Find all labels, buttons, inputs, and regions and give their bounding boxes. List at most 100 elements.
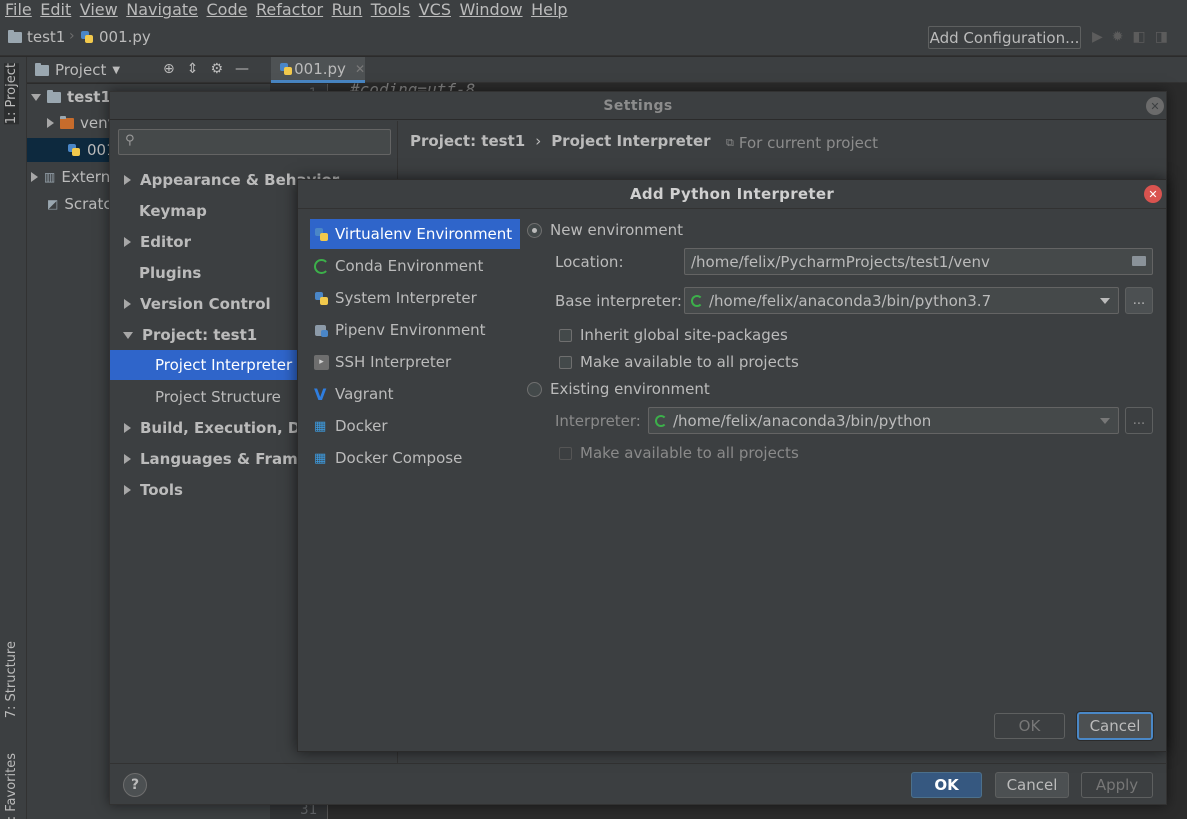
inherit-site-packages-label: Inherit global site-packages: [580, 326, 788, 344]
settings-title: Settings: [110, 92, 1166, 120]
env-virtualenv[interactable]: Virtualenv Environment: [310, 219, 520, 249]
settings-search-input[interactable]: ⚲: [118, 129, 391, 155]
settings-apply-button[interactable]: Apply: [1081, 772, 1153, 798]
collapsed-arrow-icon: [124, 175, 131, 185]
breadcrumb-file[interactable]: 001.py: [80, 28, 151, 46]
radio-unselected-icon: [527, 381, 542, 397]
add-interpreter-ok-button[interactable]: OK: [994, 713, 1065, 739]
project-panel-header: Project ▼ ⊕ ⇕ ⚙ —: [27, 57, 270, 83]
existing-environment-radio[interactable]: Existing environment: [527, 380, 710, 398]
settings-nav-label: Project Interpreter: [155, 356, 293, 374]
help-button[interactable]: ?: [123, 773, 147, 797]
menu-vcs[interactable]: VCS: [414, 1, 455, 19]
locate-icon[interactable]: ⊕: [163, 61, 175, 77]
env-label: Vagrant: [335, 385, 394, 403]
breadcrumb-project[interactable]: test1: [8, 28, 65, 46]
tool-tab-project[interactable]: 1: Project: [4, 63, 19, 125]
settings-breadcrumb: Project: test1 › Project Interpreter: [410, 132, 711, 150]
menu-view[interactable]: View: [75, 1, 121, 19]
ssh-icon: ▸: [314, 354, 329, 370]
interpreter-select[interactable]: /home/felix/anaconda3/bin/python: [648, 407, 1119, 434]
existing-environment-label: Existing environment: [550, 380, 710, 398]
env-label: Conda Environment: [335, 257, 484, 275]
python-file-icon: [67, 143, 81, 157]
checkbox-icon: [559, 355, 572, 369]
settings-nav-version-control[interactable]: Version Control: [124, 295, 271, 313]
tree-node-test1[interactable]: test1: [31, 88, 111, 106]
env-label: SSH Interpreter: [335, 353, 452, 371]
add-interpreter-cancel-button[interactable]: Cancel: [1076, 711, 1154, 741]
gear-icon[interactable]: ⚙: [210, 61, 223, 77]
settings-ok-button[interactable]: OK: [911, 772, 982, 798]
run-toolbar: ▶ ✹ ◧ ◨: [1092, 29, 1168, 45]
interpreter-value: /home/felix/anaconda3/bin/python: [673, 411, 932, 430]
env-system[interactable]: System Interpreter: [310, 283, 520, 313]
env-pipenv[interactable]: Pipenv Environment: [310, 315, 520, 345]
location-value: /home/felix/PycharmProjects/test1/venv: [691, 252, 990, 271]
menu-run[interactable]: Run: [327, 1, 366, 19]
project-view-selector[interactable]: Project ▼: [35, 61, 120, 79]
settings-cancel-button[interactable]: Cancel: [995, 772, 1069, 798]
tool-tab-structure[interactable]: 7: Structure: [4, 641, 19, 718]
settings-nav-plugins[interactable]: Plugins: [139, 264, 201, 282]
menu-navigate[interactable]: Navigate: [121, 1, 201, 19]
env-label: Pipenv Environment: [335, 321, 486, 339]
menu-help[interactable]: Help: [526, 1, 571, 19]
make-available-label: Make available to all projects: [580, 353, 799, 371]
chevron-down-icon: [1100, 298, 1110, 304]
settings-nav-project-structure[interactable]: Project Structure: [155, 388, 281, 406]
editor-tab-label: 001.py: [294, 59, 346, 78]
env-ssh[interactable]: ▸ SSH Interpreter: [310, 347, 520, 377]
tree-node-venv[interactable]: venv: [47, 114, 117, 132]
inherit-site-packages-checkbox[interactable]: Inherit global site-packages: [559, 326, 788, 344]
menu-edit[interactable]: Edit: [35, 1, 74, 19]
env-docker-compose[interactable]: ▦ Docker Compose: [310, 443, 520, 473]
env-conda[interactable]: Conda Environment: [310, 251, 520, 281]
location-field[interactable]: /home/felix/PycharmProjects/test1/venv: [684, 248, 1153, 275]
settings-nav-project[interactable]: Project: test1: [123, 326, 257, 344]
expanded-arrow-icon: [123, 331, 133, 339]
settings-nav-keymap[interactable]: Keymap: [139, 202, 207, 220]
radio-selected-icon: [527, 222, 542, 238]
add-python-interpreter-dialog: Add Python Interpreter ✕ Virtualenv Envi…: [297, 179, 1167, 752]
collapse-icon[interactable]: ⇕: [187, 61, 199, 77]
new-environment-radio[interactable]: New environment: [527, 221, 683, 239]
run-icon[interactable]: ▶: [1092, 29, 1103, 45]
settings-nav-editor[interactable]: Editor: [124, 233, 191, 251]
menu-file[interactable]: File: [0, 1, 35, 19]
menu-tools[interactable]: Tools: [366, 1, 414, 19]
base-interpreter-browse-button[interactable]: ...: [1125, 287, 1153, 314]
conda-icon: [655, 414, 667, 427]
existing-env-make-available-checkbox[interactable]: Make available to all projects: [559, 444, 799, 462]
folder-browse-icon[interactable]: [1132, 256, 1146, 266]
make-available-label: Make available to all projects: [580, 444, 799, 462]
menu-refactor[interactable]: Refactor: [251, 1, 327, 19]
new-env-make-available-checkbox[interactable]: Make available to all projects: [559, 353, 799, 371]
settings-nav-label: Project: test1: [142, 326, 258, 344]
add-configuration-button[interactable]: Add Configuration...: [928, 26, 1081, 49]
expanded-arrow-icon: [31, 93, 41, 101]
for-current-project-label: For current project: [738, 134, 879, 152]
settings-close-icon[interactable]: ✕: [1146, 97, 1164, 115]
close-icon[interactable]: ✕: [1144, 185, 1162, 203]
env-docker[interactable]: ▦ Docker: [310, 411, 520, 441]
excluded-folder-icon: [60, 115, 74, 129]
settings-nav-tools[interactable]: Tools: [124, 481, 183, 499]
pipenv-icon: [314, 323, 329, 338]
coverage-icon[interactable]: ◧: [1133, 29, 1146, 45]
python-icon: [314, 291, 329, 306]
minimize-icon[interactable]: —: [235, 61, 249, 77]
env-vagrant[interactable]: V Vagrant: [310, 379, 520, 409]
settings-button-bar: ? OK Cancel Apply: [110, 763, 1166, 804]
debug-icon[interactable]: ✹: [1112, 29, 1124, 45]
menu-code[interactable]: Code: [202, 1, 251, 19]
add-interpreter-title: Add Python Interpreter: [298, 180, 1166, 209]
interpreter-browse-button[interactable]: ...: [1125, 407, 1153, 434]
menu-window[interactable]: Window: [454, 1, 526, 19]
tool-tab-favorites[interactable]: 2: Favorites: [4, 753, 19, 819]
profile-icon[interactable]: ◨: [1155, 29, 1168, 45]
project-panel-title: Project: [55, 61, 107, 79]
base-interpreter-select[interactable]: /home/felix/anaconda3/bin/python3.7: [684, 287, 1119, 314]
close-tab-icon[interactable]: ✕: [355, 62, 365, 76]
collapsed-arrow-icon: [124, 299, 131, 309]
